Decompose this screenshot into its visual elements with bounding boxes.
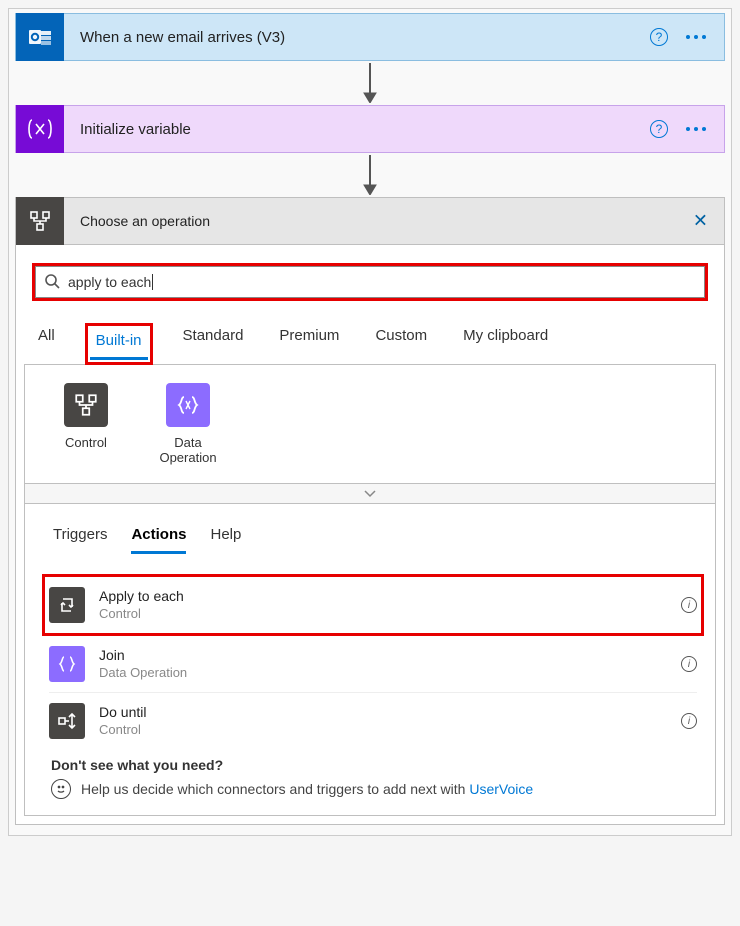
tab-custom[interactable]: Custom <box>369 323 433 352</box>
smiley-icon <box>51 779 71 799</box>
arrow-down-icon <box>15 153 725 197</box>
action-do-until[interactable]: Do until Control i <box>49 693 697 749</box>
help-icon[interactable]: ? <box>650 28 668 46</box>
flow-canvas: When a new email arrives (V3) ? Initiali… <box>8 8 732 836</box>
search-container[interactable]: apply to each <box>35 266 705 298</box>
search-text-value: apply to each <box>68 274 151 290</box>
trigger-email-card[interactable]: When a new email arrives (V3) ? <box>15 13 725 61</box>
more-menu-icon[interactable] <box>686 35 706 39</box>
info-icon[interactable]: i <box>681 656 697 672</box>
data-operation-icon <box>166 383 210 427</box>
action-text: Do until Control <box>99 703 667 738</box>
connector-data-operation[interactable]: Data Operation <box>153 383 223 465</box>
results-panel: Triggers Actions Help <box>24 504 716 816</box>
result-tabs: Triggers Actions Help <box>25 504 715 564</box>
builtin-highlight-box: Built-in <box>85 323 153 365</box>
chevron-down-icon <box>365 491 375 496</box>
action-sub: Data Operation <box>99 665 667 682</box>
tab-built-in[interactable]: Built-in <box>90 328 148 360</box>
category-tabs: All Built-in Standard Premium Custom My … <box>32 323 708 365</box>
tab-standard[interactable]: Standard <box>177 323 250 352</box>
tab-my-clipboard[interactable]: My clipboard <box>457 323 554 352</box>
action-title: Apply to each <box>99 587 667 605</box>
info-icon[interactable]: i <box>681 713 697 729</box>
operation-panel: apply to each All Built-in Standard Prem… <box>15 245 725 825</box>
apply-to-each-highlight: Apply to each Control i <box>42 574 704 636</box>
footer-line: Help us decide which connectors and trig… <box>81 781 533 797</box>
action-apply-to-each[interactable]: Apply to each Control i <box>49 577 697 633</box>
action-join[interactable]: Join Data Operation i <box>49 636 697 693</box>
help-icon[interactable]: ? <box>650 120 668 138</box>
close-icon[interactable]: ✕ <box>693 211 708 232</box>
action-title: Do until <box>99 703 667 721</box>
action-list: Apply to each Control i Join <box>25 564 715 749</box>
tab-help[interactable]: Help <box>210 526 241 554</box>
uservoice-link[interactable]: UserVoice <box>469 781 533 797</box>
until-icon <box>49 703 85 739</box>
loop-icon <box>49 587 85 623</box>
search-icon <box>44 273 60 292</box>
more-menu-icon[interactable] <box>686 127 706 131</box>
search-highlight-box: apply to each <box>32 263 708 301</box>
card-actions: ? <box>650 28 724 46</box>
expand-chevron-bar[interactable] <box>24 484 716 504</box>
choose-operation-title: Choose an operation <box>64 213 724 229</box>
action-sub: Control <box>99 722 667 739</box>
action-text: Apply to each Control <box>99 587 667 622</box>
footer: Don't see what you need? Help us decide … <box>25 749 715 799</box>
tab-triggers[interactable]: Triggers <box>53 526 107 554</box>
info-icon[interactable]: i <box>681 597 697 613</box>
action-text: Join Data Operation <box>99 646 667 681</box>
trigger-email-title: When a new email arrives (V3) <box>64 29 650 46</box>
card-actions: ? <box>650 120 724 138</box>
control-icon <box>64 383 108 427</box>
control-header-icon <box>16 197 64 245</box>
choose-operation-header: Choose an operation ✕ <box>15 197 725 245</box>
arrow-down-icon <box>15 61 725 105</box>
outlook-icon <box>16 13 64 61</box>
action-title: Join <box>99 646 667 664</box>
initialize-variable-card[interactable]: Initialize variable ? <box>15 105 725 153</box>
braces-icon <box>49 646 85 682</box>
initialize-variable-title: Initialize variable <box>64 121 650 138</box>
variable-icon <box>16 105 64 153</box>
footer-row: Help us decide which connectors and trig… <box>51 779 689 799</box>
action-sub: Control <box>99 606 667 623</box>
tab-all[interactable]: All <box>32 323 61 352</box>
tab-premium[interactable]: Premium <box>273 323 345 352</box>
connector-control[interactable]: Control <box>51 383 121 465</box>
connector-control-label: Control <box>65 435 107 450</box>
footer-question: Don't see what you need? <box>51 757 689 773</box>
connector-dataop-label: Data Operation <box>153 435 223 465</box>
connectors-grid: Control Data Operation <box>24 364 716 484</box>
tab-actions[interactable]: Actions <box>131 526 186 554</box>
